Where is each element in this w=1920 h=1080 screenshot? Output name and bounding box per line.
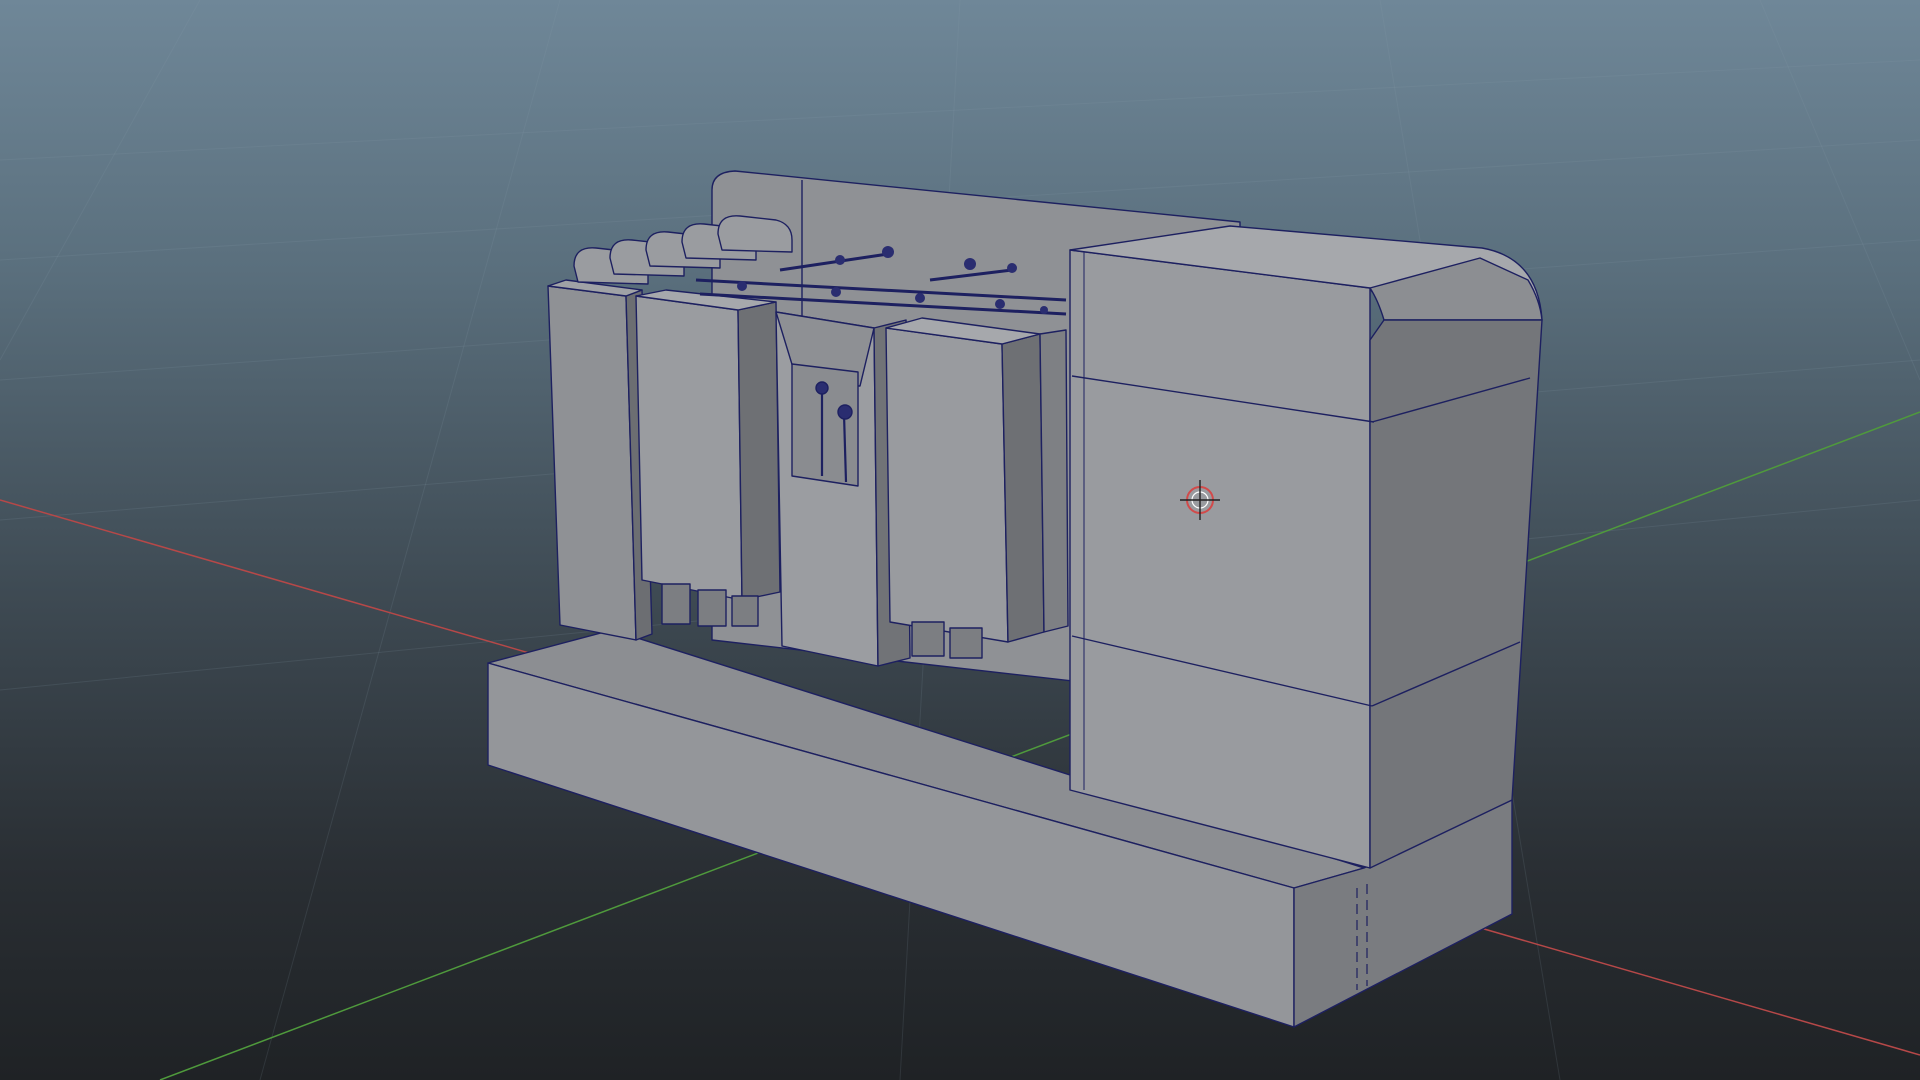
panel-b-side <box>737 301 781 601</box>
3d-viewport[interactable] <box>0 0 1920 1080</box>
panel-e-front <box>1039 329 1069 633</box>
panel-d-side <box>1001 333 1045 643</box>
mesh-model[interactable] <box>487 170 1543 1028</box>
foot-4 <box>911 621 945 657</box>
panel-b-front <box>635 295 743 601</box>
foot-1 <box>661 583 691 625</box>
cabinet-front-face <box>1069 249 1371 869</box>
window-knob-1 <box>815 381 829 395</box>
window-knob-2 <box>837 404 853 420</box>
cabinet-side-face <box>1369 319 1543 869</box>
panel-d-front <box>885 327 1009 643</box>
foot-2 <box>697 589 727 627</box>
panel-a-front <box>547 285 637 641</box>
scene-canvas[interactable] <box>0 0 1920 1080</box>
foot-3 <box>731 595 759 627</box>
foot-5 <box>949 627 983 659</box>
